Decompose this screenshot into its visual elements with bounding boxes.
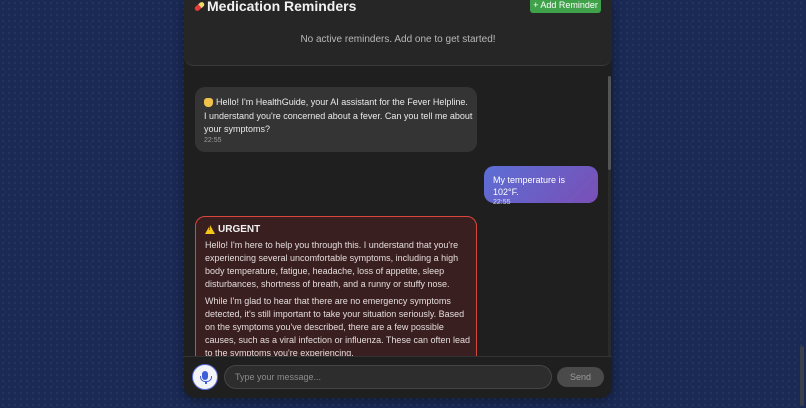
warning-icon (205, 225, 215, 234)
message-composer: Send (184, 356, 612, 398)
message-timestamp: 22:55 (204, 137, 222, 144)
assistant-message: Hello! I'm HealthGuide, your AI assistan… (195, 87, 477, 152)
user-message-text: My temperature is 102°F. (493, 175, 566, 197)
assistant-greeting-line: Hello! I'm HealthGuide, your AI assistan… (204, 96, 468, 108)
microphone-stand (205, 381, 207, 384)
medication-reminders-panel: Medication Reminders + Add Reminder No a… (184, 0, 612, 66)
chat-messages[interactable]: Hello! I'm HealthGuide, your AI assistan… (184, 66, 612, 356)
urgent-paragraph-1: Hello! I'm here to help you through this… (205, 240, 459, 289)
send-button[interactable]: Send (557, 367, 604, 387)
user-message: My temperature is 102°F. 22:55 (484, 166, 598, 206)
chat-scrollbar[interactable] (608, 76, 611, 356)
voice-input-button[interactable] (192, 364, 218, 390)
urgent-badge: URGENT (205, 224, 467, 235)
chat-app-window: Medication Reminders + Add Reminder No a… (184, 0, 612, 398)
urgent-paragraph-2: While I'm glad to hear that there are no… (205, 296, 470, 356)
message-timestamp: 22:55 (493, 199, 511, 206)
assistant-question-text: I understand you're concerned about a fe… (204, 111, 473, 134)
reminders-title: Medication Reminders (194, 0, 356, 14)
page-scrollbar-thumb[interactable] (800, 346, 804, 406)
assistant-greeting-text: Hello! I'm HealthGuide, your AI assistan… (216, 97, 468, 107)
urgent-assistant-message: URGENT Hello! I'm here to help you throu… (195, 216, 477, 356)
message-input[interactable] (224, 365, 552, 389)
chat-scrollbar-thumb[interactable] (608, 76, 611, 170)
pill-icon (192, 0, 207, 14)
add-reminder-button[interactable]: + Add Reminder (530, 0, 601, 13)
waving-hand-icon (204, 97, 213, 107)
urgent-badge-text: URGENT (218, 224, 261, 235)
microphone-icon (200, 371, 212, 382)
reminders-title-text: Medication Reminders (207, 0, 357, 14)
reminders-empty-text: No active reminders. Add one to get star… (300, 34, 496, 45)
